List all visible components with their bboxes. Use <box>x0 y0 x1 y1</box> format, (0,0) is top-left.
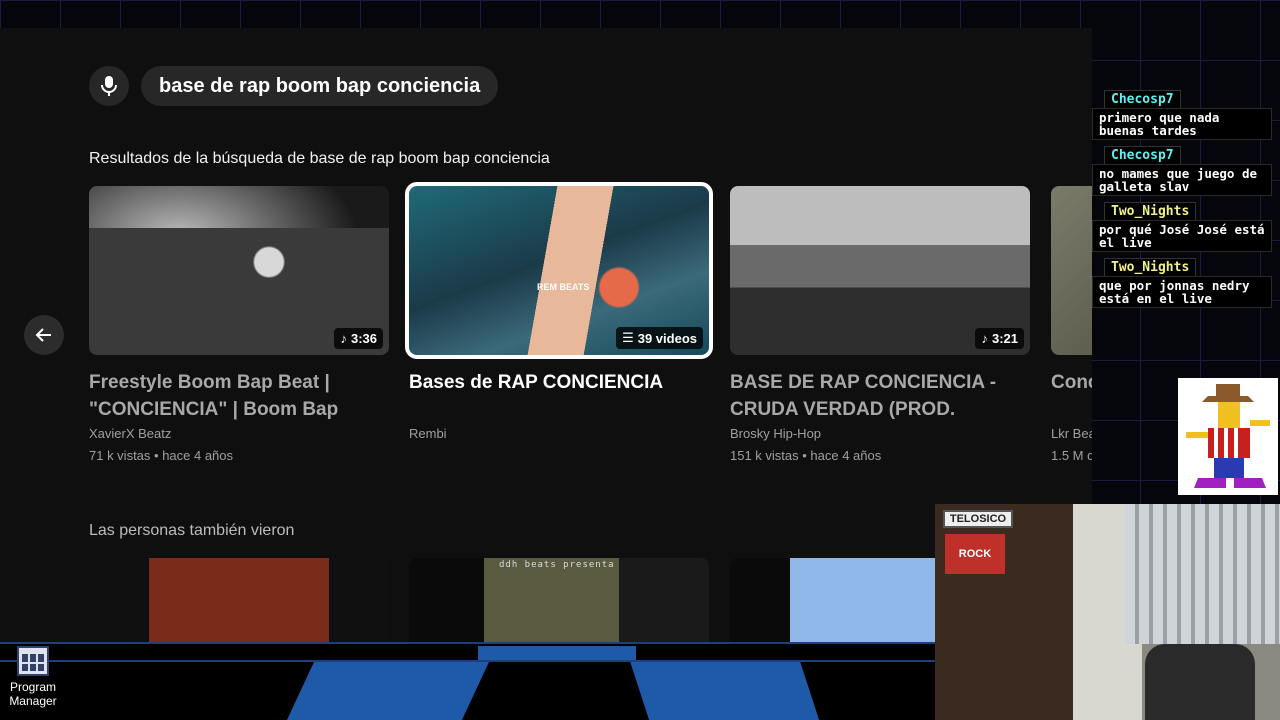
music-note-icon: ♪ <box>340 331 347 346</box>
program-manager-label: Program Manager <box>9 680 57 708</box>
chat-message: Two_Nights que por jonnas nedry está en … <box>1092 258 1280 308</box>
back-button[interactable] <box>24 315 64 355</box>
chat-username: Two_Nights <box>1104 202 1197 220</box>
video-thumbnail[interactable]: ♪ 3:36 <box>89 186 389 355</box>
channel-name: Rembi <box>409 426 447 441</box>
video-thumbnail[interactable] <box>1051 186 1092 355</box>
chat-username: Checosp7 <box>1104 146 1181 164</box>
related-section-title: Las personas también vieron <box>89 522 295 539</box>
related-video-thumbnail[interactable]: ddh beats presenta <box>409 558 709 642</box>
playlist-title: Bases de RAP CONCIENCIA <box>409 372 664 393</box>
search-input[interactable]: base de rap boom bap conciencia <box>141 66 498 106</box>
video-thumbnail[interactable]: ♪ 3:21 <box>730 186 1030 355</box>
playlist-icon: ☰ <box>622 330 634 345</box>
playlist-card[interactable]: REM BEATS ☰ 39 videos Bases de RAP CONCI… <box>405 182 713 445</box>
wall-sign: TELOSICO <box>943 510 1013 528</box>
program-manager-shortcut[interactable]: Program Manager <box>6 646 60 708</box>
microphone-icon <box>101 76 117 96</box>
chat-text: primero que nada buenas tardes <box>1092 108 1272 140</box>
thumbnail-text: ddh beats presenta <box>499 560 615 570</box>
chat-username: Checosp7 <box>1104 90 1181 108</box>
channel-name: XavierX Beatz <box>89 426 172 441</box>
cowboy-mascot-icon <box>1186 384 1270 488</box>
video-meta: 151 k vistas • hace 4 años <box>730 448 882 463</box>
video-meta: 71 k vistas • hace 4 años <box>89 448 234 463</box>
chat-message: Checosp7 no mames que juego de galleta s… <box>1092 146 1280 196</box>
video-card[interactable]: ♪ 3:36 Freestyle Boom Bap Beat | "CONCIE… <box>89 186 389 467</box>
playlist-count-badge: ☰ 39 videos <box>616 327 703 349</box>
retro-floor <box>0 642 935 720</box>
webcam-feed: TELOSICO ROCK <box>935 504 1280 720</box>
stream-chat-overlay: Checosp7 primero que nada buenas tardes … <box>1092 90 1280 314</box>
video-title: BASE DE RAP CONCIENCIA - CRUDA VERDAD (P… <box>730 372 997 420</box>
chat-text: no mames que juego de galleta slav <box>1092 164 1272 196</box>
results-section-title: Resultados de la búsqueda de base de rap… <box>89 150 550 167</box>
video-meta: 1.5 M d <box>1051 448 1092 463</box>
program-manager-icon <box>17 646 49 676</box>
chat-text: que por jonnas nedry está en el live <box>1092 276 1272 308</box>
chat-text: por qué José José está el live <box>1092 220 1272 252</box>
channel-name: Brosky Hip-Hop <box>730 426 822 441</box>
video-title: Freestyle Boom Bap Beat | "CONCIENCIA" |… <box>89 372 339 420</box>
chat-username: Two_Nights <box>1104 258 1197 276</box>
mascot-image <box>1178 378 1278 495</box>
youtube-tv-panel: base de rap boom bap conciencia Resultad… <box>0 28 1092 642</box>
duration-badge: ♪ 3:36 <box>334 328 383 349</box>
channel-name: Lkr Bea <box>1051 426 1092 441</box>
duration-badge: ♪ 3:21 <box>975 328 1024 349</box>
video-card[interactable]: ♪ 3:21 BASE DE RAP CONCIENCIA - CRUDA VE… <box>730 186 1030 467</box>
chat-message: Two_Nights por qué José José está el liv… <box>1092 202 1280 252</box>
window-blinds <box>1125 504 1280 644</box>
chair <box>1145 644 1255 720</box>
wall-poster: ROCK <box>945 534 1005 574</box>
voice-search-button[interactable] <box>89 66 129 106</box>
playlist-thumbnail[interactable]: REM BEATS ☰ 39 videos <box>405 182 713 359</box>
video-card[interactable]: Conc Instr Lkr Bea 1.5 M d <box>1051 186 1092 467</box>
thumbnail-text: REM BEATS <box>537 282 590 292</box>
related-video-thumbnail[interactable] <box>89 558 389 642</box>
music-note-icon: ♪ <box>981 331 988 346</box>
video-title: Conc Instr <box>1051 372 1092 393</box>
chat-message: Checosp7 primero que nada buenas tardes <box>1092 90 1280 140</box>
arrow-left-icon <box>35 328 51 342</box>
